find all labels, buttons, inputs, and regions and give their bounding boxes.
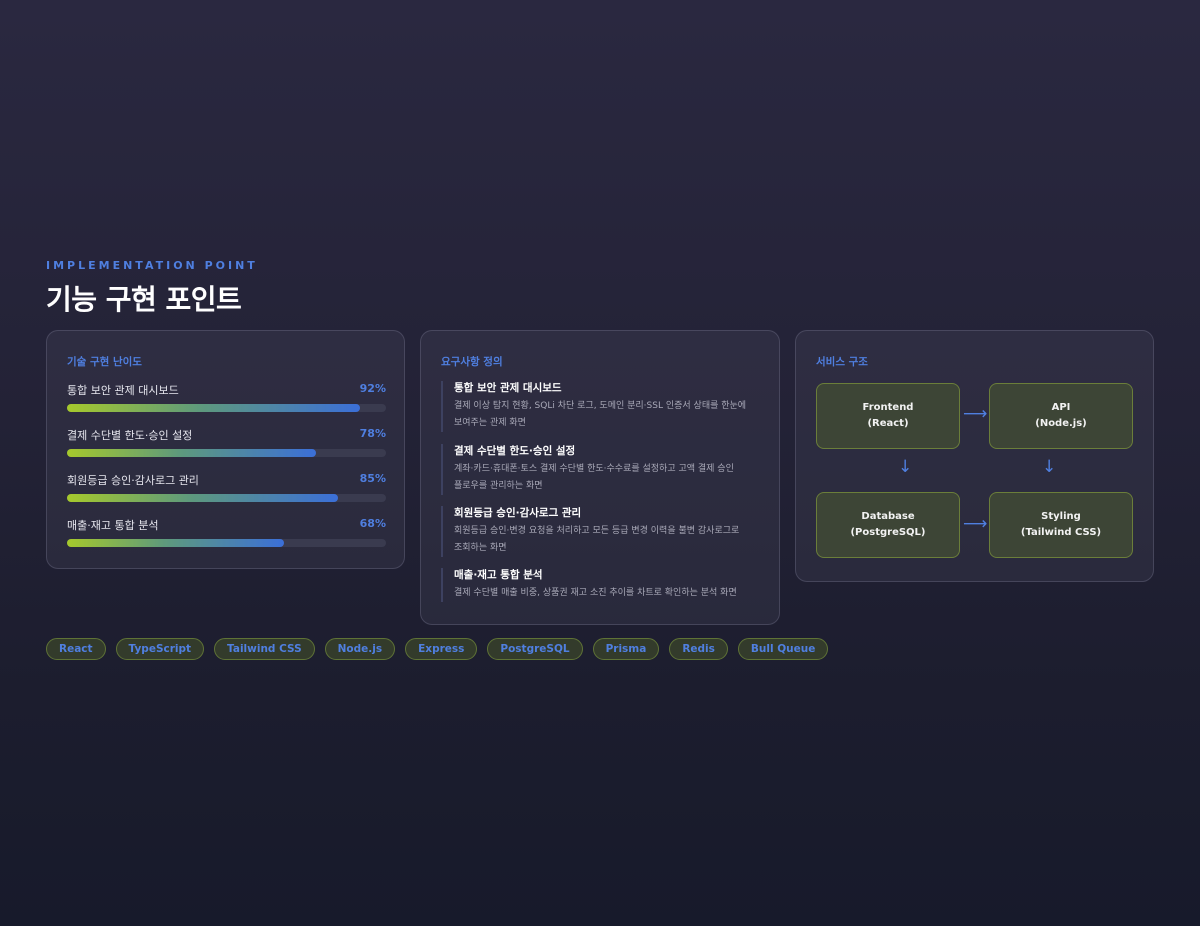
node-sublabel: (PostgreSQL) [850, 527, 926, 538]
requirement-item: 회원등급 승인·감사로그 관리 회원등급 승인·변경 요청을 처리하고 모든 등… [441, 506, 761, 557]
arrow-down-icon: ↓ [1042, 457, 1057, 477]
skill-progress-track [67, 494, 386, 502]
skill-progress-track [67, 449, 386, 457]
arrow-down-icon: ↓ [898, 457, 913, 477]
node-sublabel: (Tailwind CSS) [1020, 527, 1102, 538]
styling-node: Styling (Tailwind CSS) [989, 492, 1133, 558]
requirement-description: 결제 이상 탐지 현황, SQLi 차단 로그, 도메인 분리·SSL 인증서 … [454, 398, 761, 432]
node-sublabel: (Node.js) [1035, 418, 1087, 429]
tech-tag: Node.js [324, 638, 396, 660]
requirement-item: 통합 보안 관제 대시보드 결제 이상 탐지 현황, SQLi 차단 로그, 도… [441, 381, 761, 432]
requirement-item: 매출·재고 통합 분석 결제 수단별 매출 비중, 상품권 재고 소진 추이를 … [441, 568, 761, 602]
architecture-card: 서비스 구조 Frontend (React) ⟶ API (Node.js) … [795, 330, 1154, 582]
skill-label: 매출·재고 통합 분석 [67, 519, 159, 532]
requirement-title: 통합 보안 관제 대시보드 [454, 382, 562, 394]
requirement-item: 결제 수단별 한도·승인 설정 계좌·카드·휴대폰·토스 결제 수단별 한도·수… [441, 444, 761, 495]
skill-row: 회원등급 승인·감사로그 관리 85% [67, 472, 386, 512]
skill-progress-fill [67, 404, 361, 412]
requirements-card-title: 요구사항 정의 [441, 356, 503, 368]
requirement-description-line: 결제 수단별 매출 비중, 상품권 재고 소진 추이를 차트로 확인하는 분석 … [454, 588, 737, 598]
skill-percent: 85% [359, 472, 386, 485]
skill-row: 결제 수단별 한도·승인 설정 78% [67, 427, 386, 467]
tech-tag: Tailwind CSS [214, 638, 315, 660]
requirement-title: 결제 수단별 한도·승인 설정 [454, 445, 576, 457]
tech-tag: Prisma [592, 638, 660, 660]
section-eyebrow: IMPLEMENTATION POINT [46, 259, 258, 272]
skill-percent: 78% [359, 427, 386, 440]
skill-percent: 92% [359, 382, 386, 395]
requirement-description: 계좌·카드·휴대폰·토스 결제 수단별 한도·수수료를 설정하고 고액 결제 승… [454, 461, 761, 495]
requirement-description-line: 조회하는 화면 [454, 543, 507, 553]
requirement-description-line: 계좌·카드·휴대폰·토스 결제 수단별 한도·수수료를 설정하고 고액 결제 승… [454, 464, 734, 474]
frontend-node: Frontend (React) [816, 383, 960, 449]
tech-tag: Express [405, 638, 478, 660]
skill-row: 통합 보안 관제 대시보드 92% [67, 382, 386, 422]
architecture-card-title: 서비스 구조 [816, 356, 868, 368]
tech-tag: Bull Queue [737, 638, 829, 660]
tech-tag: TypeScript [115, 638, 205, 660]
requirement-description-line: 회원등급 승인·변경 요청을 처리하고 모든 등급 변경 이력을 불변 감사로그… [454, 526, 740, 536]
requirement-description-line: 결제 이상 탐지 현황, SQLi 차단 로그, 도메인 분리·SSL 인증서 … [454, 401, 747, 411]
skill-progress-fill [67, 449, 316, 457]
skill-label: 통합 보안 관제 대시보드 [67, 384, 179, 397]
node-label: Styling [1041, 511, 1081, 522]
requirement-description: 결제 수단별 매출 비중, 상품권 재고 소진 추이를 차트로 확인하는 분석 … [454, 585, 761, 602]
node-label: Database [861, 511, 915, 522]
node-sublabel: (React) [867, 418, 909, 429]
arrow-right-icon: ⟶ [963, 514, 988, 534]
skill-progress-fill [67, 539, 284, 547]
api-node: API (Node.js) [989, 383, 1133, 449]
requirement-description-line: 보여주는 관제 화면 [454, 418, 526, 428]
tech-tag: Redis [669, 638, 728, 660]
difficulty-card-title: 기술 구현 난이도 [67, 356, 142, 368]
skill-progress-track [67, 539, 386, 547]
requirements-card: 요구사항 정의 통합 보안 관제 대시보드 결제 이상 탐지 현황, SQLi … [420, 330, 780, 625]
node-label: API [1051, 402, 1071, 413]
skill-label: 회원등급 승인·감사로그 관리 [67, 474, 199, 487]
requirement-title: 회원등급 승인·감사로그 관리 [454, 507, 582, 519]
database-node: Database (PostgreSQL) [816, 492, 960, 558]
skill-row: 매출·재고 통합 분석 68% [67, 517, 386, 557]
tech-stack-tags: React TypeScript Tailwind CSS Node.js Ex… [46, 638, 829, 660]
arrow-right-icon: ⟶ [963, 404, 988, 424]
page-title: 기능 구현 포인트 [46, 283, 242, 316]
tech-tag: PostgreSQL [487, 638, 583, 660]
requirement-description: 회원등급 승인·변경 요청을 처리하고 모든 등급 변경 이력을 불변 감사로그… [454, 523, 761, 557]
requirement-title: 매출·재고 통합 분석 [454, 569, 543, 581]
skill-progress-fill [67, 494, 339, 502]
skill-percent: 68% [359, 517, 386, 530]
requirement-description-line: 플로우를 관리하는 화면 [454, 481, 543, 491]
difficulty-card: 기술 구현 난이도 통합 보안 관제 대시보드 92% 결제 수단별 한도·승인… [46, 330, 405, 569]
tech-tag: React [46, 638, 106, 660]
node-label: Frontend [862, 402, 914, 413]
skill-label: 결제 수단별 한도·승인 설정 [67, 429, 193, 442]
skill-progress-track [67, 404, 386, 412]
